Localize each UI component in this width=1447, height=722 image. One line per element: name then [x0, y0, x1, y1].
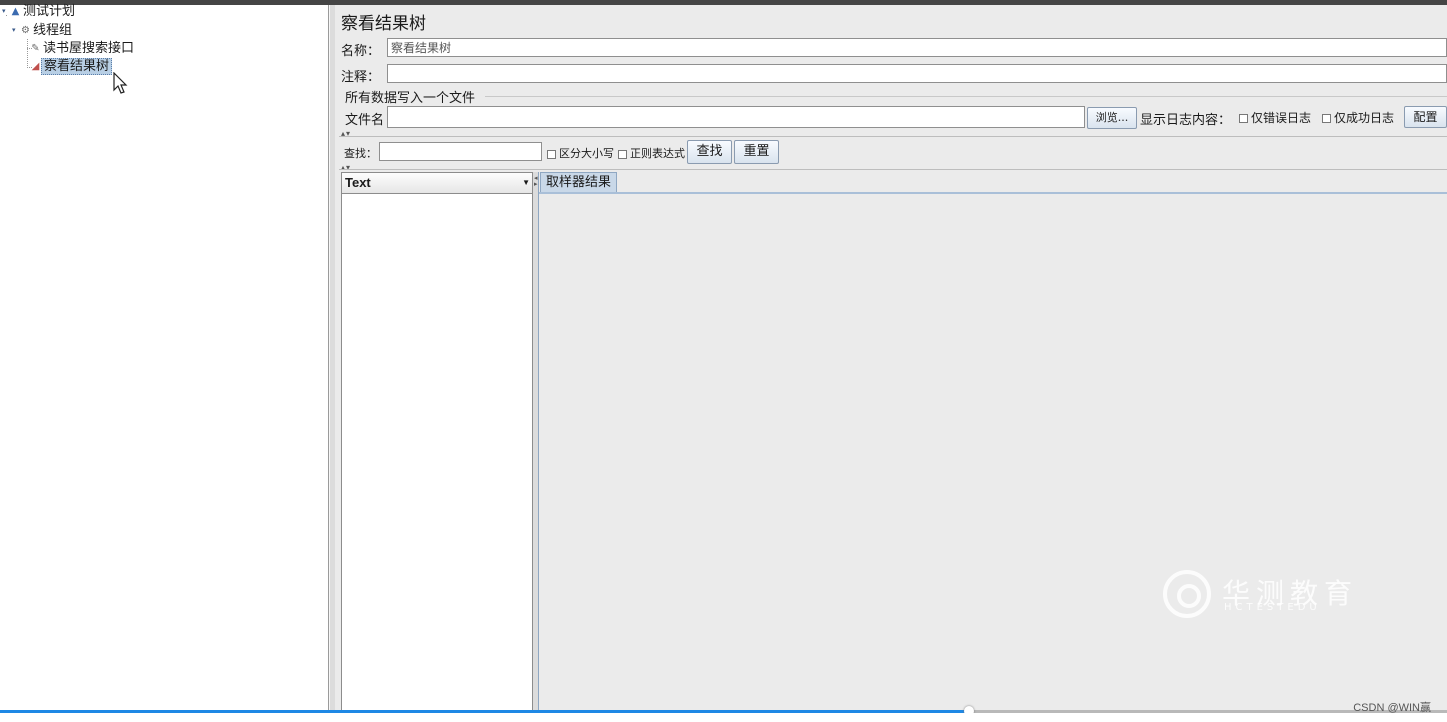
name-label: 名称： — [341, 44, 381, 59]
test-plan-tree[interactable]: ▾ ▲ 测试计划 ▾ ⚙ 线程组 ✎ 读书屋搜索接口 ◢ 察看结果树 — [0, 3, 329, 710]
group-border — [485, 96, 1447, 97]
regex-checkbox[interactable]: 正则表达式 — [618, 145, 685, 161]
renderer-select[interactable]: Text ▼ — [342, 173, 532, 194]
tab-sampler-result[interactable]: 取样器结果 — [540, 172, 618, 193]
tree-item-thread-group[interactable]: ▾ ⚙ 线程组 — [12, 22, 74, 39]
errors-only-label: 仅错误日志 — [1251, 111, 1312, 125]
case-sensitive-label: 区分大小写 — [559, 147, 614, 160]
tab-content — [539, 192, 1447, 717]
find-button[interactable]: 查找 — [687, 140, 732, 164]
section-separator — [339, 136, 1447, 137]
comment-label: 注释： — [341, 70, 381, 85]
checkbox-box[interactable] — [1239, 114, 1248, 123]
splitter-grip-icon[interactable]: ◂ ▸ — [534, 175, 538, 188]
filename-label: 文件名 — [345, 113, 385, 128]
listener-icon: ◢ — [31, 61, 40, 72]
collapse-arrows-icon[interactable]: ▴▾ — [341, 163, 351, 172]
comment-field[interactable] — [387, 64, 1447, 83]
log-display-label: 显示日志内容： — [1140, 113, 1232, 128]
success-only-label: 仅成功日志 — [1334, 111, 1395, 125]
results-tabs: 取样器结果 — [538, 172, 1447, 717]
expand-toggle-icon[interactable]: ▾ — [2, 3, 10, 20]
regex-label: 正则表达式 — [630, 147, 685, 160]
credit-text: CSDN @WIN赢 — [1353, 702, 1431, 714]
pencil-icon: ✎ — [31, 43, 40, 54]
search-label: 查找： — [344, 147, 377, 160]
tree-item-label: 线程组 — [33, 23, 73, 38]
tree-item-label: 测试计划 — [23, 4, 76, 19]
expand-toggle-icon[interactable]: ▾ — [12, 22, 20, 39]
result-tree-list[interactable]: Text ▼ — [341, 172, 533, 717]
tree-item-http-sampler[interactable]: ✎ 读书屋搜索接口 — [30, 40, 136, 57]
tree-guide-line — [27, 39, 28, 68]
file-group-title: 所有数据写入一个文件 — [345, 91, 476, 106]
section-separator — [339, 169, 1447, 170]
browse-button[interactable]: 浏览... — [1087, 107, 1137, 129]
watermark-brand-sub: HCTESTEDU — [1224, 602, 1321, 613]
errors-only-checkbox[interactable]: 仅错误日志 — [1239, 109, 1311, 126]
filename-field[interactable] — [387, 106, 1085, 128]
case-sensitive-checkbox[interactable]: 区分大小写 — [547, 145, 614, 161]
configure-button[interactable]: 配置 — [1404, 106, 1447, 128]
panel-title: 察看结果树 — [341, 14, 426, 34]
checkbox-box[interactable] — [547, 149, 556, 159]
checkbox-box[interactable] — [618, 149, 627, 159]
reset-button[interactable]: 重置 — [734, 140, 779, 164]
success-only-checkbox[interactable]: 仅成功日志 — [1322, 109, 1394, 126]
tree-item-label: 读书屋搜索接口 — [43, 41, 135, 56]
test-plan-icon: ▲ — [11, 6, 20, 17]
gear-icon: ⚙ — [21, 25, 30, 36]
tree-item-test-plan[interactable]: ▾ ▲ 测试计划 — [2, 3, 77, 20]
search-input[interactable] — [379, 142, 542, 161]
chevron-down-icon[interactable]: ▼ — [522, 173, 530, 193]
tree-item-label: 察看结果树 — [41, 58, 113, 75]
bottom-strip — [0, 713, 1447, 722]
name-field[interactable] — [387, 38, 1447, 57]
renderer-selected-value: Text — [345, 175, 371, 190]
brand-logo-icon — [1163, 570, 1211, 618]
tree-item-view-results-tree[interactable]: ◢ 察看结果树 — [30, 58, 113, 75]
mouse-cursor-icon — [113, 72, 128, 94]
checkbox-box[interactable] — [1322, 114, 1331, 123]
